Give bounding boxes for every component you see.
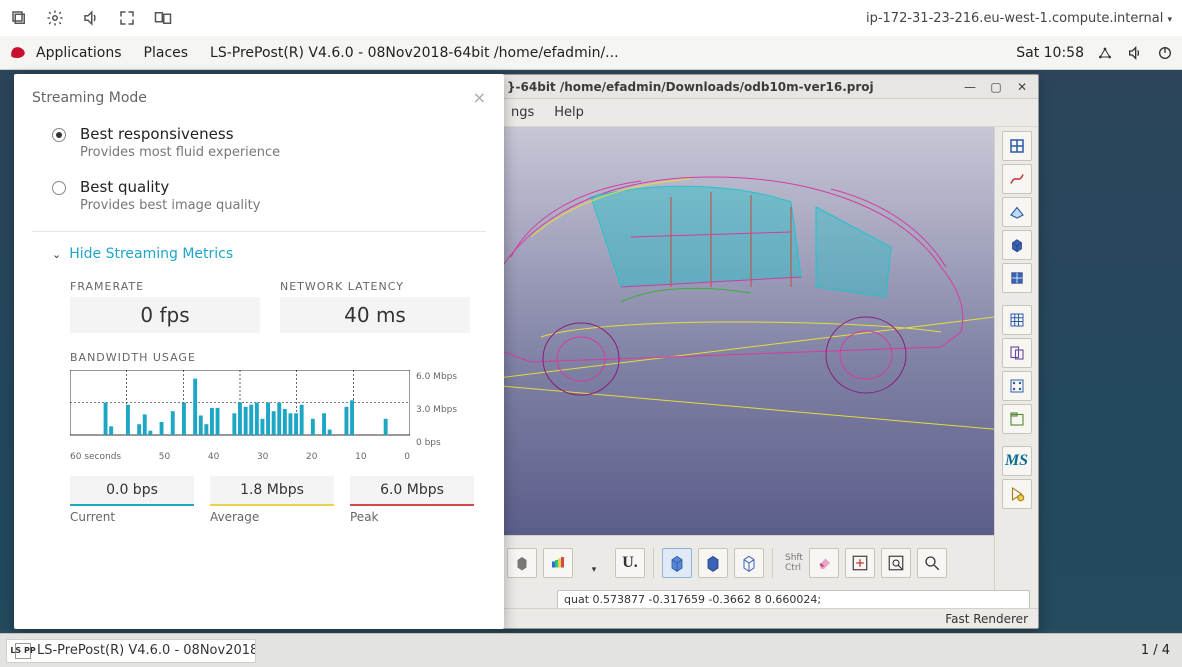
taskbar-item-label: LS-PrePost(R) V4.6.0 - 08Nov2018... — [37, 643, 256, 658]
renderer-status: Fast Renderer — [945, 612, 1028, 626]
copy-icon[interactable] — [10, 9, 28, 27]
car-model-mesh — [501, 137, 994, 407]
applications-menu[interactable]: Applications — [36, 45, 122, 61]
active-app-menu[interactable]: LS-PrePost(R) V4.6.0 - 08Nov2018-64bit /… — [210, 45, 619, 61]
minimize-button[interactable]: — — [960, 79, 980, 95]
window-titlebar[interactable]: }-64bit /home/efadmin/Downloads/odb10m-v… — [501, 75, 1038, 99]
option-best-responsiveness[interactable]: Best responsiveness Provides most fluid … — [52, 125, 486, 160]
network-icon[interactable] — [1096, 44, 1114, 62]
volume-tray-icon[interactable] — [1126, 44, 1144, 62]
distro-logo-icon — [8, 43, 28, 63]
option-best-quality[interactable]: Best quality Provides best image quality — [52, 178, 486, 213]
bw-peak-block: 6.0 Mbps Peak — [350, 476, 474, 524]
menu-settings-partial[interactable]: ngs — [511, 105, 534, 120]
taskbar-item-lsprepost[interactable]: LS PP LS-PrePost(R) V4.6.0 - 08Nov2018..… — [6, 639, 256, 663]
bw-x-tick: 30 — [257, 452, 268, 462]
bw-average-value: 1.8 Mbps — [210, 476, 334, 506]
tool-post-icon[interactable] — [1002, 371, 1032, 401]
tool-model-icon[interactable] — [1002, 338, 1032, 368]
bandwidth-label: BANDWIDTH USAGE — [70, 351, 486, 364]
status-bar: Fast Renderer — [501, 608, 1038, 628]
bw-peak-label: Peak — [350, 510, 474, 524]
tool-favor-icon[interactable] — [1002, 404, 1032, 434]
tool-reference-geom-icon[interactable] — [1002, 131, 1032, 161]
model-viewport[interactable] — [501, 127, 994, 535]
bt-fringe-palette-icon[interactable] — [543, 548, 573, 578]
framerate-value: 0 fps — [70, 297, 260, 333]
tool-solid-icon[interactable] — [1002, 230, 1032, 260]
bw-average-block: 1.8 Mbps Average — [210, 476, 334, 524]
option-subtitle: Provides most fluid experience — [80, 145, 280, 160]
bw-y-tick: 3.0 Mbps — [416, 405, 457, 415]
chevron-down-icon: ⌄ — [52, 248, 61, 261]
bt-zoom-icon[interactable] — [917, 548, 947, 578]
volume-icon[interactable] — [82, 9, 100, 27]
taskbar: LS PP LS-PrePost(R) V4.6.0 - 08Nov2018..… — [0, 633, 1182, 667]
latency-label: NETWORK LATENCY — [280, 280, 470, 293]
framerate-label: FRAMERATE — [70, 280, 260, 293]
streaming-mode-panel: Streaming Mode × Best responsiveness Pro… — [14, 74, 504, 629]
tool-ms-icon[interactable]: MS — [1002, 446, 1032, 476]
bt-zoom-extents-icon[interactable] — [881, 548, 911, 578]
bt-unreferenced-icon[interactable]: U. — [615, 548, 645, 578]
tool-element-icon[interactable] — [1002, 263, 1032, 293]
bt-erase-icon[interactable] — [809, 548, 839, 578]
places-menu[interactable]: Places — [144, 45, 189, 61]
bw-x-tick: 50 — [159, 452, 170, 462]
bt-wire-icon[interactable] — [734, 548, 764, 578]
close-button[interactable]: ✕ — [1012, 79, 1032, 95]
radio-selected-icon[interactable] — [52, 128, 66, 142]
workspace-indicator[interactable]: 1 / 4 — [1141, 643, 1170, 658]
bt-shade-wire-icon[interactable] — [662, 548, 692, 578]
tool-surface-icon[interactable] — [1002, 197, 1032, 227]
radio-unselected-icon[interactable] — [52, 181, 66, 195]
bt-dropdown-icon[interactable]: ▾ — [579, 548, 609, 578]
bw-y-tick: 0 bps — [416, 438, 457, 448]
gnome-top-bar: Applications Places LS-PrePost(R) V4.6.0… — [0, 36, 1182, 70]
bt-shade-icon[interactable] — [698, 548, 728, 578]
bw-current-value: 0.0 bps — [70, 476, 194, 506]
bw-current-label: Current — [70, 510, 194, 524]
bt-center-icon[interactable] — [845, 548, 875, 578]
bandwidth-chart — [70, 370, 410, 450]
right-toolbar: MS — [994, 127, 1038, 590]
bw-y-tick: 6.0 Mbps — [416, 372, 457, 382]
bw-x-tick: 10 — [355, 452, 366, 462]
panel-title: Streaming Mode — [32, 90, 147, 106]
bw-x-tick: 40 — [208, 452, 219, 462]
app-menu-bar: ngs Help — [501, 99, 1038, 127]
bw-peak-value: 6.0 Mbps — [350, 476, 474, 506]
tool-curve-icon[interactable] — [1002, 164, 1032, 194]
console-line: quat 0.573877 -0.317659 -0.3662 8 0.6600… — [564, 593, 1023, 606]
hostname-label[interactable]: ip-172-31-23-216.eu-west-1.compute.inter… — [866, 11, 1172, 26]
bt-fringe-cube-icon[interactable] — [507, 548, 537, 578]
bw-current-block: 0.0 bps Current — [70, 476, 194, 524]
tool-bottom-icon[interactable] — [1002, 479, 1032, 509]
bt-modifier-hints: Shft Ctrl — [785, 553, 803, 573]
metrics-toggle[interactable]: ⌄ Hide Streaming Metrics — [52, 246, 486, 262]
dcv-top-bar: ip-172-31-23-216.eu-west-1.compute.inter… — [0, 0, 1182, 36]
lsprepost-window: }-64bit /home/efadmin/Downloads/odb10m-v… — [500, 74, 1039, 629]
window-title: }-64bit /home/efadmin/Downloads/odb10m-v… — [507, 80, 954, 94]
fullscreen-icon[interactable] — [118, 9, 136, 27]
clock-label[interactable]: Sat 10:58 — [1016, 45, 1084, 61]
bw-x-tick: 0 — [404, 452, 410, 462]
bw-average-label: Average — [210, 510, 334, 524]
bw-x-tick: 60 seconds — [70, 452, 121, 462]
close-icon[interactable]: × — [473, 88, 486, 107]
maximize-button[interactable]: ▢ — [986, 79, 1006, 95]
tool-mesh-icon[interactable] — [1002, 305, 1032, 335]
gear-icon[interactable] — [46, 9, 64, 27]
option-title: Best quality — [80, 178, 260, 196]
lspp-logo-icon: LS PP — [15, 643, 31, 659]
bottom-toolbar: ▾ U. Shft Ctrl — [501, 535, 994, 590]
bw-x-tick: 20 — [306, 452, 317, 462]
multi-monitor-icon[interactable] — [154, 9, 172, 27]
menu-help[interactable]: Help — [554, 105, 584, 120]
option-subtitle: Provides best image quality — [80, 198, 260, 213]
option-title: Best responsiveness — [80, 125, 280, 143]
power-icon[interactable] — [1156, 44, 1174, 62]
latency-value: 40 ms — [280, 297, 470, 333]
